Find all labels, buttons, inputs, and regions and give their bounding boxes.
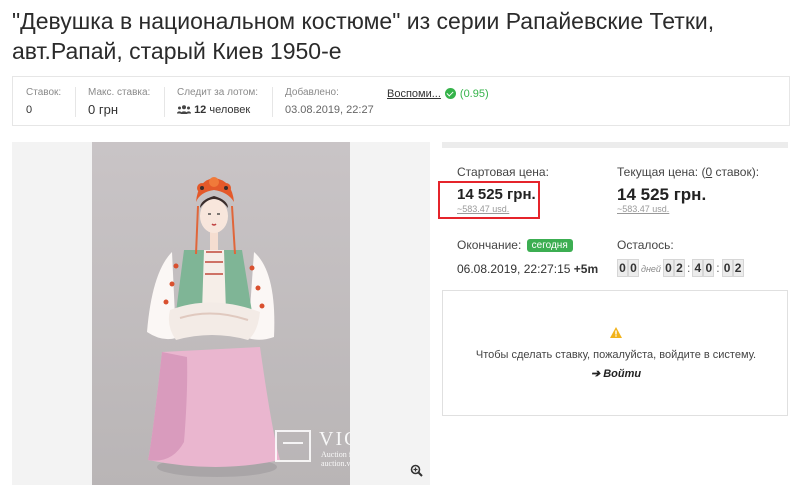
hours-digit: 0: [662, 259, 674, 277]
today-badge: сегодня: [526, 239, 573, 252]
current-price-usd: ~583.47 usd.: [617, 204, 670, 214]
divider: [164, 87, 165, 117]
bids-value: 0: [26, 104, 33, 116]
login-message: Чтобы сделать ставку, пожалуйста, войдит…: [475, 349, 757, 361]
watermark-brand: VIOLITY: [319, 428, 350, 450]
seconds-digit: 2: [732, 259, 744, 277]
days-word: дней: [641, 264, 661, 274]
watermark-url: auction.violity.com: [321, 459, 350, 468]
added-value: 03.08.2019, 22:27: [285, 104, 374, 116]
time-separator: :: [716, 261, 720, 275]
watermark-tagline: Auction for Collectors: [321, 450, 350, 459]
warning-icon: [610, 327, 622, 338]
lot-photo-area: VIOLITY Auction for Collectors auction.v…: [12, 142, 430, 485]
ending-datetime-row: 06.08.2019, 22:27:15 +5m: [457, 262, 598, 276]
ending-label-row: Окончание: сегодня: [457, 238, 573, 252]
current-price-label-suffix: ставок):: [712, 165, 760, 179]
max-bid-value: 0 грн: [88, 102, 118, 117]
watermark-logo-icon: [275, 430, 311, 462]
remaining-label: Осталось:: [617, 238, 674, 252]
login-prompt-box: Чтобы сделать ставку, пожалуйста, войдит…: [442, 290, 788, 416]
minutes-digit: 0: [703, 259, 715, 277]
hours-digit: 2: [673, 259, 685, 277]
watchers-unit: человек: [209, 104, 251, 116]
current-price-value: 14 525 грн.: [617, 185, 707, 204]
watchers-label: Следит за лотом:: [177, 87, 259, 98]
added-label: Добавлено:: [285, 87, 339, 98]
days-digit: 0: [617, 259, 628, 277]
login-link[interactable]: ➔ Войти: [443, 367, 789, 380]
seller-rating: (0.95): [459, 88, 489, 100]
max-bid-label: Макс. ставка:: [88, 87, 151, 98]
added-stat: Добавлено: 03.08.2019, 22:27: [285, 86, 374, 118]
seconds-digit: 0: [721, 259, 733, 277]
watchers-stat: Следит за лотом: 12 человек: [177, 86, 258, 118]
lot-stats-bar: Ставок: 0 Макс. ставка: 0 грн Следит за …: [12, 76, 790, 126]
watchers-value: 12 человек: [177, 102, 258, 118]
start-price-label: Стартовая цена:: [457, 165, 549, 179]
seller-info: Воспоми... (0.95): [387, 87, 489, 101]
lot-photo[interactable]: VIOLITY Auction for Collectors auction.v…: [92, 142, 350, 485]
start-price-highlight: [438, 181, 540, 219]
figurine-image: [147, 177, 280, 477]
max-bid-stat: Макс. ставка: 0 грн: [88, 86, 150, 118]
ending-label: Окончание:: [457, 238, 522, 252]
time-separator: :: [686, 261, 691, 275]
minutes-digit: 4: [692, 259, 704, 277]
price-panel-top-bar: [442, 142, 788, 148]
divider: [272, 87, 273, 117]
zoom-icon[interactable]: [410, 464, 423, 477]
seller-link[interactable]: Воспоми...: [387, 88, 441, 100]
bids-stat: Ставок: 0: [26, 86, 61, 118]
ending-timezone: +5m: [573, 262, 599, 276]
verified-check-icon: [444, 88, 456, 99]
current-price-label-prefix: Текущая цена: (: [617, 165, 706, 179]
bids-label: Ставок:: [26, 87, 62, 98]
divider: [75, 87, 76, 117]
ending-datetime: 06.08.2019, 22:27:15: [457, 262, 571, 276]
lot-title: "Девушка в национальном костюме" из сери…: [12, 8, 715, 64]
days-digit: 0: [628, 259, 639, 277]
countdown-timer: 0 0 дней 0 2:4 0:0 2: [617, 259, 744, 279]
current-price-label: Текущая цена: (0 ставок):: [617, 165, 759, 179]
watchers-count: 12: [194, 104, 207, 116]
users-icon: [177, 105, 191, 114]
